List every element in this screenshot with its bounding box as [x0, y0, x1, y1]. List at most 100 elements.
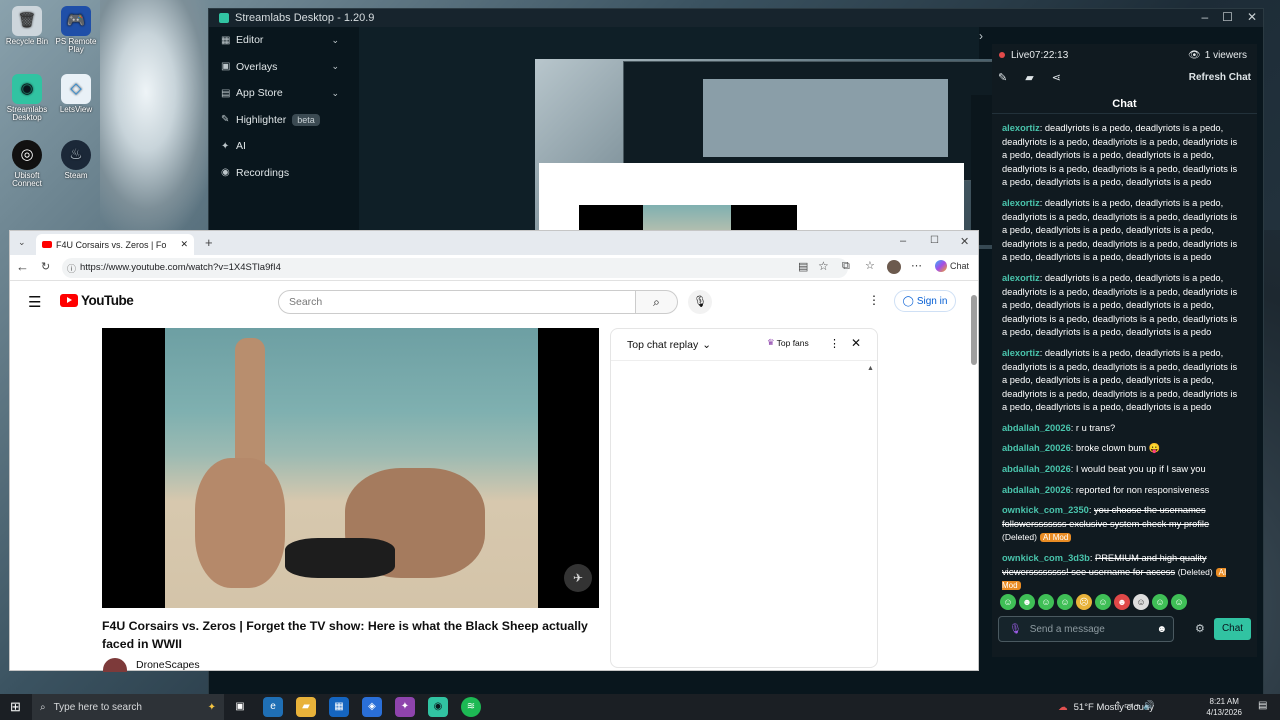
maximize-icon[interactable]: ☐	[1222, 10, 1233, 24]
search-button[interactable]: ⌕	[636, 290, 678, 314]
spotify-icon[interactable]: ≋	[461, 697, 481, 717]
reload-icon[interactable]: ↻	[41, 260, 50, 273]
search-input[interactable]: Search	[278, 290, 636, 314]
desktop-icon-streamlabs[interactable]: ◉ Streamlabs Desktop	[2, 74, 52, 123]
address-bar-row: ← ↻ https://www.youtube.com/watch?v=1X4S…	[10, 255, 978, 281]
browser-window: ⌄ F4U Corsairs vs. Zeros | Forget ✕ + – …	[9, 230, 979, 672]
sidebar-item-ai[interactable]: ✦ AI	[209, 133, 357, 160]
tab-youtube[interactable]: F4U Corsairs vs. Zeros | Forget ✕	[36, 234, 194, 255]
close-icon[interactable]: ✕	[851, 336, 861, 350]
page-scrollbar[interactable]	[971, 295, 977, 365]
back-arrow-icon[interactable]: ←	[16, 259, 29, 274]
store-icon[interactable]: ▦	[329, 697, 349, 717]
emote-icon[interactable]: ☺	[1171, 594, 1187, 610]
streamlabs-canvas[interactable]	[359, 27, 1095, 249]
desktop-icon-letsview[interactable]: ◇ LetsView	[51, 74, 101, 114]
extensions-icon[interactable]: ⧉	[842, 260, 850, 273]
file-explorer-icon[interactable]: ▰	[296, 697, 316, 717]
refresh-chat-button[interactable]: Refresh Chat	[1189, 72, 1251, 83]
desktop-icon-ps-remote-play[interactable]: 🎮 PS Remote Play	[51, 6, 101, 55]
notification-icon[interactable]: ▤	[1258, 700, 1267, 711]
site-info-icon[interactable]: ⓘ	[67, 262, 76, 275]
tab-list-icon[interactable]: ⌄	[18, 237, 26, 248]
taskbar-search[interactable]: ⌕ Type here to search ✦	[32, 694, 224, 720]
edit-icon[interactable]: ✎	[998, 71, 1007, 84]
desktop-icon-steam[interactable]: ♨ Steam	[51, 140, 101, 180]
desktop-icon-recycle-bin[interactable]: 🗑 Recycle Bin	[2, 6, 52, 46]
chat-message: alexortiz: deadlyriots is a pedo, deadly…	[1002, 272, 1238, 338]
sign-in-button[interactable]: ◯ Sign in	[894, 290, 956, 312]
emote-icon[interactable]: ☺	[1038, 594, 1054, 610]
more-icon[interactable]: ⋯	[911, 259, 922, 272]
close-icon[interactable]: ✕	[960, 235, 969, 248]
copilot-chat-button[interactable]: Chat	[935, 260, 969, 272]
desktop-icon-ubisoft[interactable]: ◎ Ubisoft Connect	[2, 140, 52, 189]
clock[interactable]: 8:21 AM 4/13/2026	[1206, 696, 1242, 718]
ai-mod-badge: AI Mod	[1039, 533, 1072, 543]
profile-avatar[interactable]	[887, 260, 901, 274]
emote-icon[interactable]: ☻	[1114, 594, 1130, 610]
sidebar-item-editor[interactable]: ▦ Editor ⌄	[209, 27, 357, 54]
send-message-input[interactable]: 🎙 Send a message ☻	[998, 616, 1174, 642]
emote-icon[interactable]: ☺	[1152, 594, 1168, 610]
chevron-down-icon: ⌄	[331, 34, 339, 45]
edge-icon[interactable]: e	[263, 697, 283, 717]
minimize-icon[interactable]: –	[900, 235, 906, 247]
kebab-menu-icon[interactable]: ⋮	[868, 293, 880, 307]
folder-icon[interactable]: ▰	[1025, 71, 1033, 84]
sidebar-item-app-store[interactable]: ▤ App Store ⌄	[209, 80, 357, 107]
live-status-row: Live 07:22:13 👁 1 viewers	[992, 44, 1257, 66]
store-icon: ▤	[221, 87, 231, 99]
steam-icon: ♨	[61, 140, 91, 170]
search-icon: ⌕	[40, 701, 46, 713]
voice-search-button[interactable]: 🎙	[688, 290, 712, 314]
hamburger-menu-icon[interactable]: ☰	[28, 293, 41, 311]
settings-gear-icon[interactable]: ⚙	[1195, 622, 1205, 635]
copilot-icon[interactable]: ✦	[395, 697, 415, 717]
send-chat-button[interactable]: Chat	[1214, 618, 1251, 640]
share-icon[interactable]: ⋖	[1052, 71, 1061, 84]
live-chat-replay: Top chat replay ⌄ ♛ Top fans ⋮ ✕ ▲	[610, 328, 878, 668]
mic-icon[interactable]: 🎙	[1009, 624, 1022, 635]
task-view-icon[interactable]: ▣	[230, 697, 250, 717]
emote-icon[interactable]: ☺	[1133, 594, 1149, 610]
emote-icon[interactable]: ☻	[1019, 594, 1035, 610]
highlighter-icon: ✎	[221, 114, 230, 126]
top-fans-button[interactable]: ♛ Top fans	[767, 337, 809, 348]
app-icon[interactable]: ◈	[362, 697, 382, 717]
youtube-logo[interactable]: YouTube	[60, 293, 134, 308]
new-tab-icon[interactable]: +	[205, 235, 213, 250]
eye-icon: 👁	[1188, 49, 1201, 61]
maximize-icon[interactable]: ☐	[930, 235, 939, 246]
favorite-star-icon[interactable]: ☆	[818, 259, 829, 273]
tab-strip: ⌄ F4U Corsairs vs. Zeros | Forget ✕ + – …	[10, 231, 978, 255]
minimize-icon[interactable]: –	[1201, 10, 1208, 24]
youtube-favicon-icon	[42, 241, 52, 248]
tab-close-icon[interactable]: ✕	[180, 239, 188, 250]
emoji-icon[interactable]: ☻	[1156, 624, 1167, 635]
favorites-icon[interactable]: ☆	[865, 259, 875, 272]
chat-mode-dropdown[interactable]: Top chat replay	[627, 339, 698, 351]
windows-start-icon[interactable]: ⊞	[10, 699, 21, 715]
overlays-icon: ▣	[221, 61, 231, 73]
url-field[interactable]: https://www.youtube.com/watch?v=1X4STla9…	[62, 258, 848, 278]
emote-icon[interactable]: ☺	[1057, 594, 1073, 610]
scroll-up-icon[interactable]: ▲	[867, 365, 874, 372]
chevron-right-icon[interactable]: ›	[979, 29, 983, 43]
channel-avatar[interactable]	[103, 658, 127, 672]
sidebar-item-highlighter[interactable]: ✎ Highlighter beta	[209, 107, 357, 134]
reading-view-icon[interactable]: ▤	[798, 260, 808, 273]
emote-icon[interactable]: ☺	[1000, 594, 1016, 610]
streamlabs-logo-icon	[219, 13, 229, 23]
streamlabs-taskbar-icon[interactable]: ◉	[428, 697, 448, 717]
emote-icon[interactable]: ☺	[1095, 594, 1111, 610]
tray-icons[interactable]: ⌃ ▭ ⌁ 🔊	[1114, 700, 1154, 711]
emote-icon[interactable]: ☹	[1076, 594, 1092, 610]
channel-name[interactable]: DroneScapes	[136, 659, 200, 671]
video-player[interactable]: ✈	[102, 328, 599, 608]
chat-message: abdallah_20026: broke clown bum 😛	[1002, 443, 1161, 454]
kebab-menu-icon[interactable]: ⋮	[829, 337, 840, 350]
close-icon[interactable]: ✕	[1247, 10, 1257, 24]
sidebar-item-recordings[interactable]: ◉ Recordings	[209, 160, 357, 187]
sidebar-item-overlays[interactable]: ▣ Overlays ⌄	[209, 54, 357, 81]
